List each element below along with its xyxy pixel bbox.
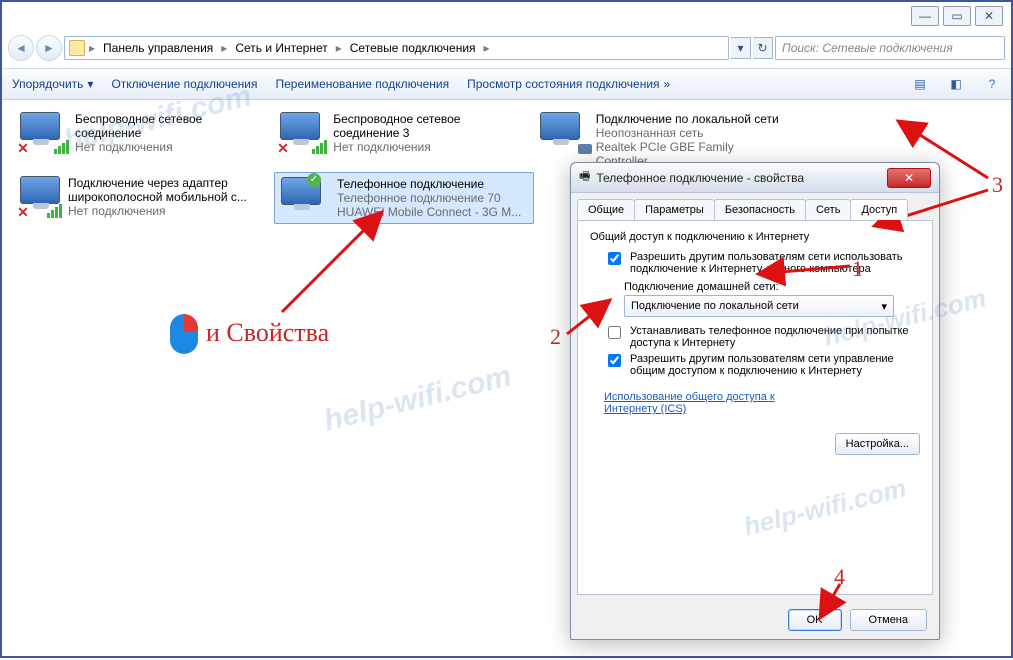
connection-text: Беспроводное сетевое соединение 3Нет под… [333,112,528,154]
connection-device: HUAWEI Mobile Connect - 3G M... [337,205,521,219]
ok-button[interactable]: OK [788,609,842,631]
annotation-number-1: 1 [852,256,863,282]
connection-subtitle: Нет подключения [333,140,528,154]
allow-control-checkbox-row[interactable]: Разрешить другим пользователям сети упра… [604,353,920,377]
ics-help-link[interactable]: Использование общего доступа к Интернету… [604,391,804,415]
dial-on-demand-label: Устанавливать телефонное подключение при… [630,325,920,349]
maximize-button[interactable]: ▭ [943,6,971,26]
command-toolbar: Упорядочить ▾ Отключение подключения Пер… [2,68,1011,100]
tab-access[interactable]: Доступ [850,199,908,220]
connection-subtitle: Нет подключения [68,204,268,218]
chevron-down-icon: ▾ [881,300,887,313]
view-options-icon[interactable]: ▤ [911,75,929,93]
connection-subtitle: Телефонное подключение 70 [337,191,521,205]
chevron-down-icon: ▾ [87,77,93,91]
preview-pane-icon[interactable]: ◧ [947,75,965,93]
address-bar[interactable]: ▸ Панель управления ▸ Сеть и Интернет ▸ … [64,36,729,60]
connection-title: Беспроводное сетевое соединение 3 [333,112,528,140]
home-network-value: Подключение по локальной сети [631,300,799,312]
home-network-label: Подключение домашней сети: [624,281,920,293]
rename-connection-button[interactable]: Переименование подключения [275,77,449,91]
breadcrumb-sep: ▸ [221,41,227,55]
connection-text: Подключение через адаптер широкополосной… [68,176,268,218]
allow-control-label: Разрешить другим пользователям сети упра… [630,353,920,377]
dial-on-demand-checkbox-row[interactable]: Устанавливать телефонное подключение при… [604,325,920,349]
connection-title: Беспроводное сетевое соединение [75,112,268,140]
settings-button[interactable]: Настройка... [835,433,920,455]
dial-on-demand-checkbox[interactable] [608,326,621,339]
annotation-number-3: 3 [992,172,1003,198]
connection-item[interactable]: ✕ Подключение через адаптер широкополосно… [14,172,274,224]
connection-icon: ✕ [20,112,67,152]
breadcrumb-root[interactable]: Панель управления [99,39,217,57]
refresh-button[interactable]: ↻ [753,37,773,59]
annotation-properties-text: и Свойства [206,318,329,348]
connection-text: Телефонное подключениеТелефонное подключ… [337,177,521,219]
connection-item[interactable]: ✓Телефонное подключениеТелефонное подклю… [274,172,534,224]
dialog-title: Телефонное подключение - свойства [596,171,804,185]
window-controls: — ▭ ✕ [911,6,1003,26]
connection-title: Подключение по локальной сети [596,112,788,126]
tab-network[interactable]: Сеть [805,199,851,220]
connection-icon: ✕ [20,176,60,216]
breadcrumb-leaf[interactable]: Сетевые подключения [346,39,480,57]
allow-share-checkbox-row[interactable]: Разрешить другим пользователям сети испо… [604,251,920,275]
connection-item[interactable]: ✕Беспроводное сетевое соединениеНет подк… [14,108,274,172]
cancel-button[interactable]: Отмена [850,609,927,631]
mouse-icon [170,314,198,354]
tab-general[interactable]: Общие [577,199,635,220]
connection-subtitle: Нет подключения [75,140,268,154]
allow-control-checkbox[interactable] [608,354,621,367]
help-icon[interactable]: ? [983,75,1001,93]
organize-menu[interactable]: Упорядочить ▾ [12,77,93,91]
close-button[interactable]: ✕ [975,6,1003,26]
breadcrumb-sep: ▸ [336,41,342,55]
search-input[interactable]: Поиск: Сетевые подключения [775,36,1005,60]
connection-title: Подключение через адаптер широкополосной… [68,176,268,204]
address-dropdown[interactable]: ▾ [731,37,751,59]
disable-connection-button[interactable]: Отключение подключения [111,77,257,91]
minimize-button[interactable]: — [911,6,939,26]
organize-label: Упорядочить [12,77,83,91]
connection-title: Телефонное подключение [337,177,521,191]
chevron-right-icon: » [664,77,671,91]
tab-access-body: Общий доступ к подключению к Интернету Р… [577,220,933,595]
connection-subtitle: Неопознанная сеть [596,126,788,140]
dialog-button-row: OK Отмена [571,601,939,639]
connection-icon [540,112,588,152]
dialog-icon: 🖷 [579,167,590,188]
view-status-button[interactable]: Просмотр состояния подключения » [467,77,670,91]
allow-share-label: Разрешить другим пользователям сети испо… [630,251,920,275]
forward-button[interactable]: ► [36,35,62,61]
connection-item[interactable]: ✕Беспроводное сетевое соединение 3Нет по… [274,108,534,172]
allow-share-checkbox[interactable] [608,252,621,265]
navigation-bar: ◄ ► ▸ Панель управления ▸ Сеть и Интерне… [8,34,1005,62]
connection-icon: ✓ [281,177,329,217]
dialog-close-button[interactable]: ✕ [887,168,931,188]
tab-params[interactable]: Параметры [634,199,715,220]
properties-dialog: 🖷 Телефонное подключение - свойства ✕ Об… [570,162,940,640]
home-network-combo[interactable]: Подключение по локальной сети ▾ [624,295,894,317]
back-button[interactable]: ◄ [8,35,34,61]
tab-security[interactable]: Безопасность [714,199,806,220]
connection-text: Беспроводное сетевое соединениеНет подкл… [75,112,268,154]
dialog-titlebar[interactable]: 🖷 Телефонное подключение - свойства ✕ [571,163,939,193]
annotation-number-4: 4 [834,564,845,590]
breadcrumb-sep: ▸ [484,41,490,55]
dialog-tabs: Общие Параметры Безопасность Сеть Доступ [571,193,939,220]
annotation-number-2: 2 [550,324,561,350]
breadcrumb-sep: ▸ [89,41,95,55]
status-label: Просмотр состояния подключения [467,77,659,91]
folder-icon [69,40,85,56]
connection-text: Подключение по локальной сетиНеопознанна… [596,112,788,168]
ics-group-title: Общий доступ к подключению к Интернету [590,231,920,243]
breadcrumb-mid[interactable]: Сеть и Интернет [231,39,331,57]
connection-icon: ✕ [280,112,325,152]
